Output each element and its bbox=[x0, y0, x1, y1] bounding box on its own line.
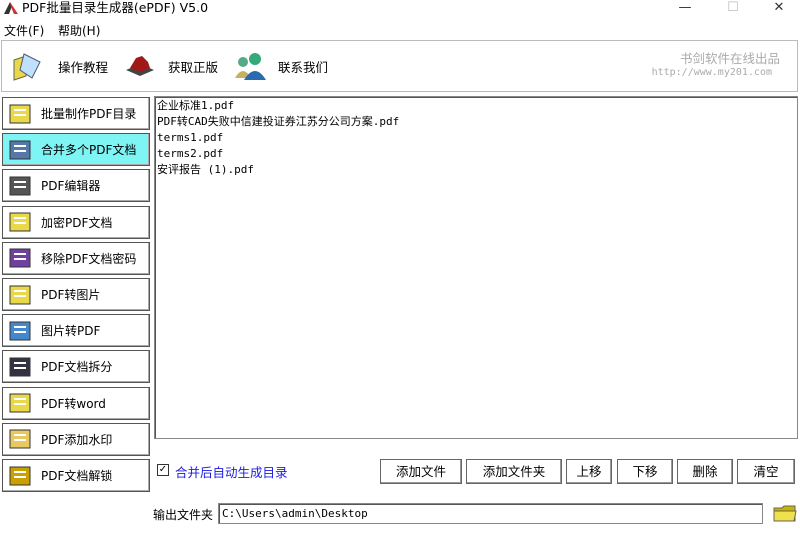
sidebar-item-label: PDF文档拆分 bbox=[41, 360, 113, 375]
sidebar-item[interactable]: 合并多个PDF文档 bbox=[2, 133, 150, 167]
file-list-item[interactable]: terms1.pdf bbox=[157, 130, 795, 146]
sidebar-item-icon bbox=[7, 391, 33, 415]
add-folder-button[interactable]: 添加文件夹 bbox=[466, 459, 562, 484]
maximize-button[interactable]: ☐ bbox=[710, 0, 756, 17]
sidebar-item-label: 移除PDF文档密码 bbox=[41, 251, 137, 266]
sidebar-item[interactable]: PDF编辑器 bbox=[2, 169, 150, 203]
sidebar-item[interactable]: PDF添加水印 bbox=[2, 422, 150, 456]
sidebar-item[interactable]: PDF文档解锁 bbox=[2, 459, 150, 492]
sidebar-item-label: 加密PDF文档 bbox=[41, 215, 113, 230]
sidebar-item[interactable]: PDF转图片 bbox=[2, 278, 150, 311]
toolbar bbox=[1, 40, 798, 92]
sidebar-item-icon bbox=[7, 427, 33, 451]
close-button[interactable]: ✕ bbox=[756, 0, 800, 17]
move-down-button[interactable]: 下移 bbox=[617, 459, 673, 484]
file-list-item[interactable]: PDF转CAD失败中信建投证券江苏分公司方案.pdf bbox=[157, 114, 795, 130]
output-folder-input[interactable]: C:\Users\admin\Desktop bbox=[218, 503, 763, 524]
sidebar-item-icon bbox=[7, 210, 33, 234]
auto-toc-label[interactable]: 合并后自动生成目录 bbox=[175, 462, 288, 481]
sidebar-item-icon bbox=[7, 283, 33, 307]
sidebar-item[interactable]: 移除PDF文档密码 bbox=[2, 241, 150, 275]
sidebar-item-label: PDF编辑器 bbox=[41, 179, 101, 194]
sidebar-item-label: 合并多个PDF文档 bbox=[41, 143, 137, 158]
buy-icon bbox=[122, 50, 158, 82]
tutorial-button[interactable]: 操作教程 bbox=[12, 48, 108, 84]
tutorial-label: 操作教程 bbox=[58, 59, 109, 75]
sidebar-item-label: 图片转PDF bbox=[41, 324, 101, 339]
contact-label: 联系我们 bbox=[278, 59, 329, 75]
file-list-item[interactable]: 安评报告 (1).pdf bbox=[157, 162, 795, 178]
sidebar-item-icon bbox=[7, 246, 33, 270]
sidebar-item-icon bbox=[7, 102, 33, 126]
sidebar-item-label: 批量制作PDF目录 bbox=[41, 107, 137, 121]
sidebar-item[interactable]: PDF文档拆分 bbox=[2, 350, 150, 384]
file-list-item[interactable]: 企业标准1.pdf bbox=[157, 98, 795, 114]
move-up-button[interactable]: 上移 bbox=[566, 459, 612, 484]
sidebar-item-label: PDF文档解锁 bbox=[41, 469, 113, 483]
menu-bar bbox=[0, 18, 800, 38]
window-title: PDF批量目录生成器(ePDF) V5.0 bbox=[22, 0, 209, 15]
contact-button[interactable]: 联系我们 bbox=[232, 48, 328, 84]
minimize-button[interactable]: — bbox=[662, 0, 708, 17]
file-list[interactable]: 企业标准1.pdf PDF转CAD失败中信建投证券江苏分公司方案.pdf terms… bbox=[154, 96, 798, 439]
clear-button[interactable]: 清空 bbox=[737, 459, 795, 484]
sidebar-item-icon bbox=[7, 319, 33, 343]
buy-button[interactable]: 获取正版 bbox=[122, 48, 218, 84]
sidebar-item[interactable]: 批量制作PDF目录 bbox=[2, 97, 150, 130]
delete-button[interactable]: 删除 bbox=[677, 459, 733, 484]
add-file-button[interactable]: 添加文件 bbox=[380, 459, 462, 484]
tutorial-icon bbox=[12, 50, 48, 82]
menu-help[interactable]: 帮助(H) bbox=[58, 22, 100, 39]
sidebar-item-icon bbox=[7, 464, 33, 488]
sidebar-item-icon bbox=[7, 355, 33, 379]
file-list-item[interactable]: terms2.pdf bbox=[157, 146, 795, 162]
brand-url: http://www.my201.com bbox=[651, 67, 772, 78]
sidebar-item-label: PDF添加水印 bbox=[41, 432, 113, 447]
sidebar-item[interactable]: 图片转PDF bbox=[2, 314, 150, 348]
app-icon bbox=[4, 2, 18, 14]
sidebar-item-icon bbox=[7, 138, 33, 162]
sidebar-item-label: PDF转word bbox=[41, 396, 106, 411]
sidebar-item-icon bbox=[7, 174, 33, 198]
menu-file[interactable]: 文件(F) bbox=[4, 22, 44, 39]
auto-toc-checkbox[interactable]: ✓ bbox=[157, 464, 169, 476]
output-folder-label: 输出文件夹 bbox=[153, 508, 214, 522]
contact-icon bbox=[232, 50, 268, 82]
sidebar-item[interactable]: 加密PDF文档 bbox=[2, 205, 150, 239]
brand-text: 书剑软件在线出品 bbox=[679, 51, 780, 66]
buy-label: 获取正版 bbox=[168, 59, 219, 75]
browse-folder-icon[interactable] bbox=[773, 503, 797, 523]
sidebar-item-label: PDF转图片 bbox=[41, 288, 101, 302]
sidebar-item[interactable]: PDF转word bbox=[2, 386, 150, 420]
